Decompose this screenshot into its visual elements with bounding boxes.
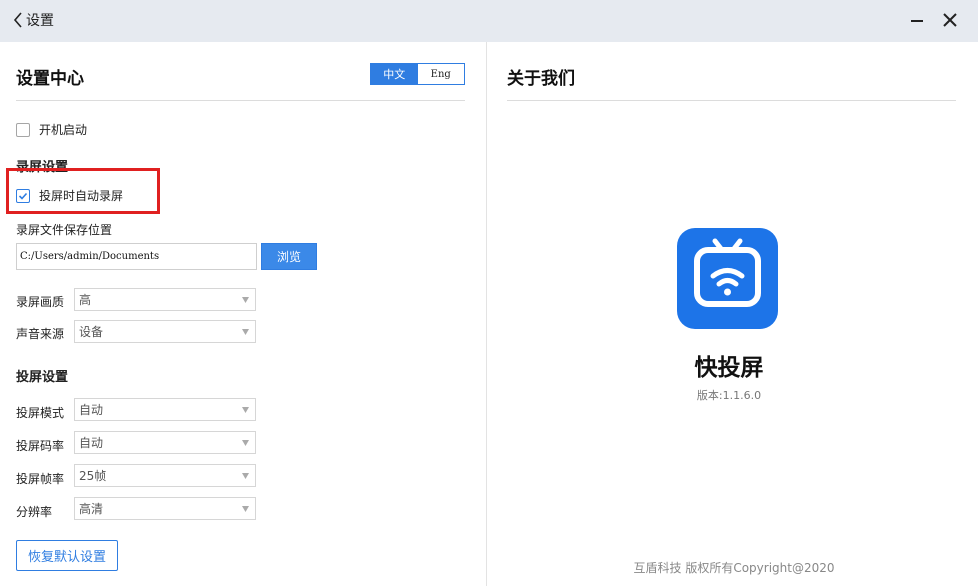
- cast-mode-value: 自动: [79, 403, 104, 417]
- language-switch: 中文 Eng: [370, 63, 465, 85]
- dropdown-arrow-icon: [238, 294, 252, 306]
- app-logo: [677, 228, 778, 329]
- record-quality-select[interactable]: 高: [74, 288, 256, 311]
- cast-mode-select[interactable]: 自动: [74, 398, 256, 421]
- cast-fps-select[interactable]: 25帧: [74, 464, 256, 487]
- browse-button[interactable]: 浏览: [261, 243, 317, 270]
- chevron-left-icon: [13, 12, 22, 28]
- cast-mode-label: 投屏模式: [16, 406, 65, 420]
- about-divider: [507, 100, 956, 101]
- record-quality-label: 录屏画质: [16, 295, 65, 309]
- minimize-button[interactable]: [906, 9, 928, 31]
- record-quality-value: 高: [79, 293, 92, 307]
- about-title: 关于我们: [507, 69, 575, 89]
- title-bar: 设置: [0, 0, 978, 42]
- audio-source-select[interactable]: 设备: [74, 320, 256, 343]
- minimize-icon: [911, 20, 923, 22]
- lang-zh-button[interactable]: 中文: [371, 64, 418, 84]
- cast-fps-value: 25帧: [79, 469, 107, 483]
- resolution-value: 高清: [79, 502, 104, 516]
- back-button[interactable]: 设置: [12, 8, 54, 32]
- audio-source-value: 设备: [79, 325, 104, 339]
- dropdown-arrow-icon: [238, 470, 252, 482]
- save-path-input[interactable]: C:/Users/admin/Documents: [16, 243, 257, 270]
- cast-section-title: 投屏设置: [16, 370, 69, 385]
- startup-label: 开机启动: [39, 123, 88, 137]
- tv-cast-logo-icon: [694, 238, 761, 307]
- app-version: 版本:1.1.6.0: [696, 389, 762, 402]
- close-icon: [943, 13, 957, 27]
- panel-divider: [486, 42, 487, 586]
- cast-bitrate-select[interactable]: 自动: [74, 431, 256, 454]
- lang-en-button[interactable]: Eng: [417, 64, 464, 84]
- dropdown-arrow-icon: [238, 326, 252, 338]
- startup-option: 开机启动: [16, 121, 87, 138]
- settings-title: 设置中心: [16, 69, 84, 89]
- cast-fps-label: 投屏帧率: [16, 472, 65, 486]
- startup-checkbox[interactable]: [16, 122, 30, 137]
- close-button[interactable]: [939, 9, 961, 31]
- dropdown-arrow-icon: [238, 404, 252, 416]
- window-title: 设置: [26, 13, 54, 29]
- resolution-label: 分辨率: [16, 505, 53, 519]
- app-name: 快投屏: [694, 355, 764, 381]
- dropdown-arrow-icon: [238, 437, 252, 449]
- copyright-text: 互盾科技 版权所有Copyright@2020: [633, 561, 835, 575]
- reset-defaults-button[interactable]: 恢复默认设置: [16, 540, 118, 571]
- audio-source-label: 声音来源: [16, 327, 65, 341]
- cast-bitrate-value: 自动: [79, 436, 104, 450]
- cast-bitrate-label: 投屏码率: [16, 439, 65, 453]
- resolution-select[interactable]: 高清: [74, 497, 256, 520]
- dropdown-arrow-icon: [238, 503, 252, 515]
- highlight-box: [6, 168, 160, 214]
- save-path-label: 录屏文件保存位置: [16, 223, 113, 237]
- settings-divider: [16, 100, 465, 101]
